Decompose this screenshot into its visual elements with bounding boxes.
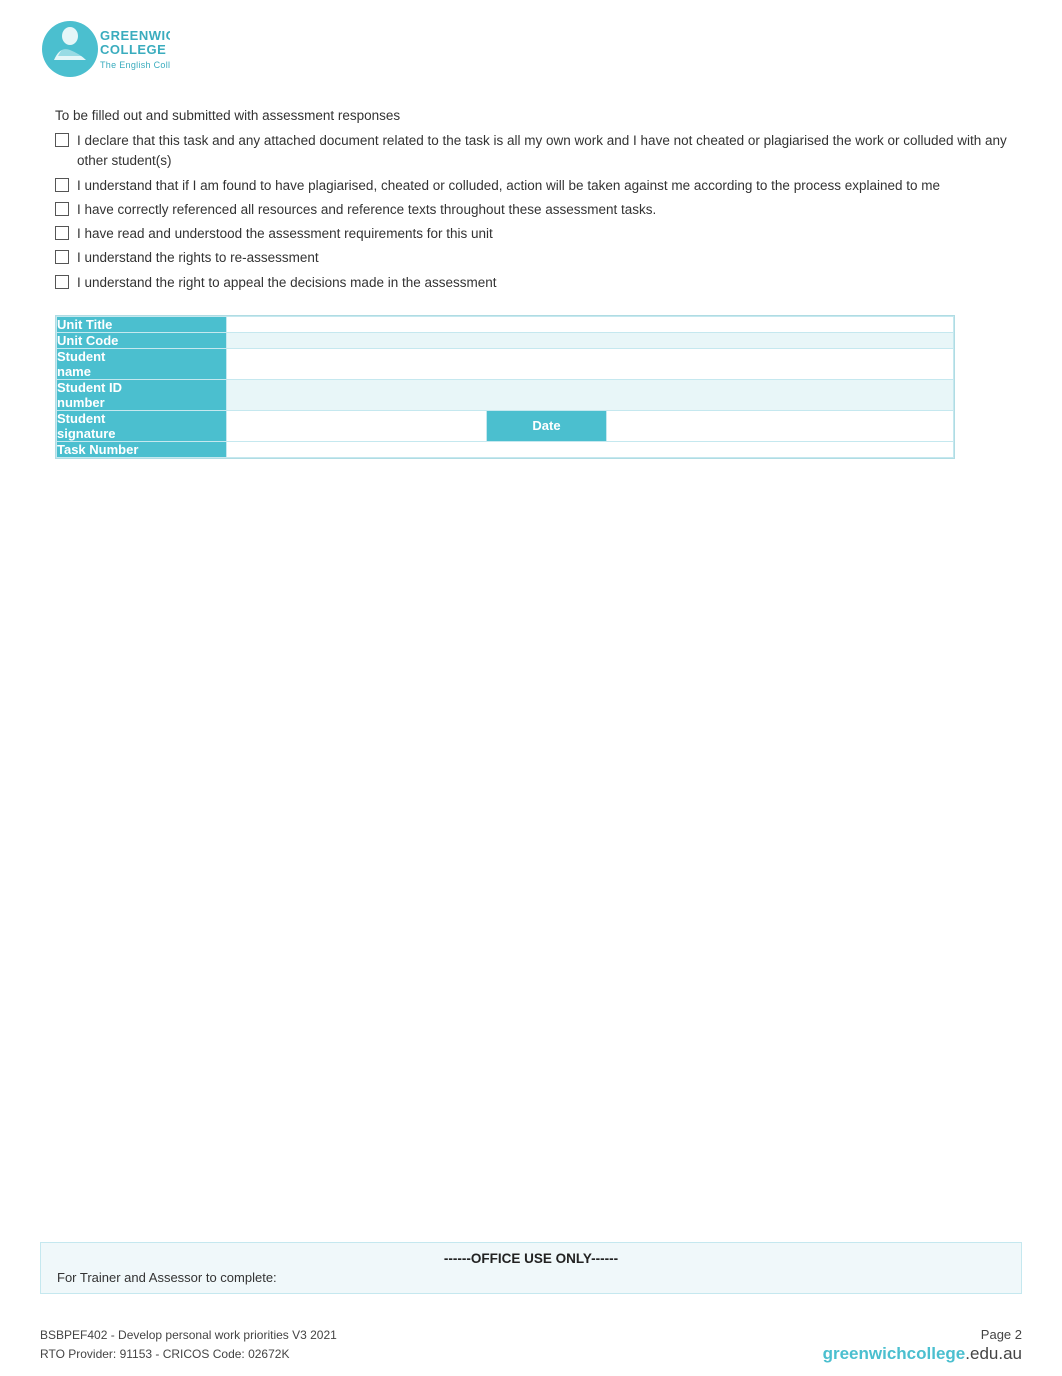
date-label: Date — [487, 410, 607, 441]
date-value[interactable] — [607, 410, 954, 441]
header: GREENWICH COLLEGE The English College — [0, 0, 1062, 90]
footer-line1: BSBPEF402 - Develop personal work priori… — [40, 1328, 337, 1342]
office-section: ------OFFICE USE ONLY------ For Trainer … — [40, 1242, 1022, 1294]
page-wrapper: GREENWICH COLLEGE The English College To… — [0, 0, 1062, 1376]
declaration-item-3: I have correctly referenced all resource… — [55, 200, 1007, 220]
declaration-text-3: I have correctly referenced all resource… — [77, 200, 1007, 220]
checkbox-5[interactable] — [55, 250, 69, 264]
checkbox-1[interactable] — [55, 133, 69, 147]
logo-area: GREENWICH COLLEGE The English College — [40, 18, 1022, 80]
declaration-item-5: I understand the rights to re-assessment — [55, 248, 1007, 268]
declaration-text-2: I understand that if I am found to have … — [77, 176, 1007, 196]
student-id-value[interactable] — [227, 379, 954, 410]
student-signature-value[interactable] — [227, 410, 487, 441]
footer-brand-normal: .edu.au — [965, 1344, 1022, 1363]
student-name-label: Studentname — [57, 348, 227, 379]
form-table: Unit Title Unit Code Studentname — [56, 316, 954, 458]
footer-page: Page 2 — [823, 1327, 1022, 1342]
student-signature-label: Studentsignature — [57, 410, 227, 441]
unit-code-label: Unit Code — [57, 332, 227, 348]
form-row-unit-code: Unit Code — [57, 332, 954, 348]
unit-title-label: Unit Title — [57, 316, 227, 332]
form-row-student-name: Studentname — [57, 348, 954, 379]
unit-title-value[interactable] — [227, 316, 954, 332]
student-id-label: Student IDnumber — [57, 379, 227, 410]
declaration-item-4: I have read and understood the assessmen… — [55, 224, 1007, 244]
declaration-item-2: I understand that if I am found to have … — [55, 176, 1007, 196]
declaration-item-6: I understand the right to appeal the dec… — [55, 273, 1007, 293]
task-number-value[interactable] — [227, 441, 954, 457]
form-row-student-id: Student IDnumber — [57, 379, 954, 410]
footer-left: BSBPEF402 - Develop personal work priori… — [40, 1326, 337, 1364]
form-row-student-signature: Studentsignature Date — [57, 410, 954, 441]
footer: BSBPEF402 - Develop personal work priori… — [0, 1316, 1062, 1376]
checkbox-4[interactable] — [55, 226, 69, 240]
intro-text: To be filled out and submitted with asse… — [55, 108, 1007, 123]
checkbox-2[interactable] — [55, 178, 69, 192]
declaration-text-6: I understand the right to appeal the dec… — [77, 273, 1007, 293]
footer-brand-bold: greenwichcollege — [823, 1344, 966, 1363]
task-number-label: Task Number — [57, 441, 227, 457]
declaration-list: I declare that this task and any attache… — [55, 131, 1007, 293]
footer-right: Page 2 greenwichcollege.edu.au — [823, 1327, 1022, 1364]
declaration-text-1: I declare that this task and any attache… — [77, 131, 1007, 172]
declaration-text-5: I understand the rights to re-assessment — [77, 248, 1007, 268]
unit-code-value[interactable] — [227, 332, 954, 348]
declaration-item-1: I declare that this task and any attache… — [55, 131, 1007, 172]
svg-text:COLLEGE: COLLEGE — [100, 42, 166, 57]
checkbox-6[interactable] — [55, 275, 69, 289]
student-name-value[interactable] — [227, 348, 954, 379]
svg-text:GREENWICH: GREENWICH — [100, 28, 170, 43]
checkbox-3[interactable] — [55, 202, 69, 216]
main-content: To be filled out and submitted with asse… — [0, 90, 1062, 1376]
office-subtitle: For Trainer and Assessor to complete: — [57, 1270, 1005, 1285]
logo-image: GREENWICH COLLEGE The English College — [40, 18, 170, 80]
office-title: ------OFFICE USE ONLY------ — [57, 1251, 1005, 1266]
declaration-text-4: I have read and understood the assessmen… — [77, 224, 1007, 244]
svg-text:The English College: The English College — [100, 60, 170, 70]
form-row-task-number: Task Number — [57, 441, 954, 457]
footer-brand: greenwichcollege.edu.au — [823, 1344, 1022, 1363]
footer-line2: RTO Provider: 91153 - CRICOS Code: 02672… — [40, 1347, 289, 1361]
form-table-wrapper: Unit Title Unit Code Studentname — [55, 315, 955, 459]
form-row-unit-title: Unit Title — [57, 316, 954, 332]
